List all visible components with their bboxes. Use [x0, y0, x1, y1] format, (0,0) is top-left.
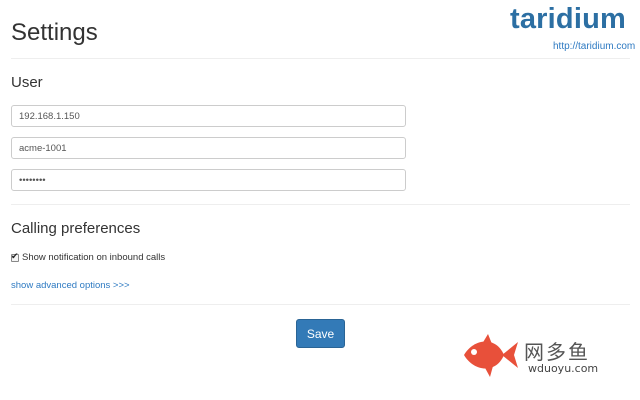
website-link[interactable]: http://taridium.com	[553, 41, 635, 52]
checkmark-icon: ✔	[11, 250, 19, 261]
page-title: Settings	[11, 19, 98, 46]
watermark-domain-text: wduoyu.com	[528, 362, 599, 375]
notification-option[interactable]: ✔ Show notification on inbound calls	[11, 250, 166, 263]
fish-logo-icon	[464, 334, 518, 377]
show-advanced-options-link[interactable]: show advanced options >>>	[11, 280, 130, 291]
header-divider	[11, 58, 630, 59]
notification-checkbox[interactable]: ✔	[11, 250, 19, 262]
user-section-divider	[11, 204, 630, 205]
calling-preferences-title: Calling preferences	[11, 220, 141, 237]
user-section-title: User	[11, 74, 43, 91]
watermark-chinese-text: 网多鱼	[524, 340, 590, 364]
notification-checkbox-label: Show notification on inbound calls	[22, 252, 166, 263]
settings-page: Settings taridium http://taridium.com Us…	[0, 0, 640, 400]
password-input[interactable]	[11, 169, 406, 191]
username-input[interactable]	[11, 137, 406, 159]
watermark: 网多鱼 wduoyu.com	[460, 330, 630, 380]
host-input[interactable]	[11, 105, 406, 127]
calling-section-divider	[11, 304, 630, 305]
save-button[interactable]: Save	[296, 319, 345, 348]
taridium-logo: taridium	[510, 3, 626, 35]
